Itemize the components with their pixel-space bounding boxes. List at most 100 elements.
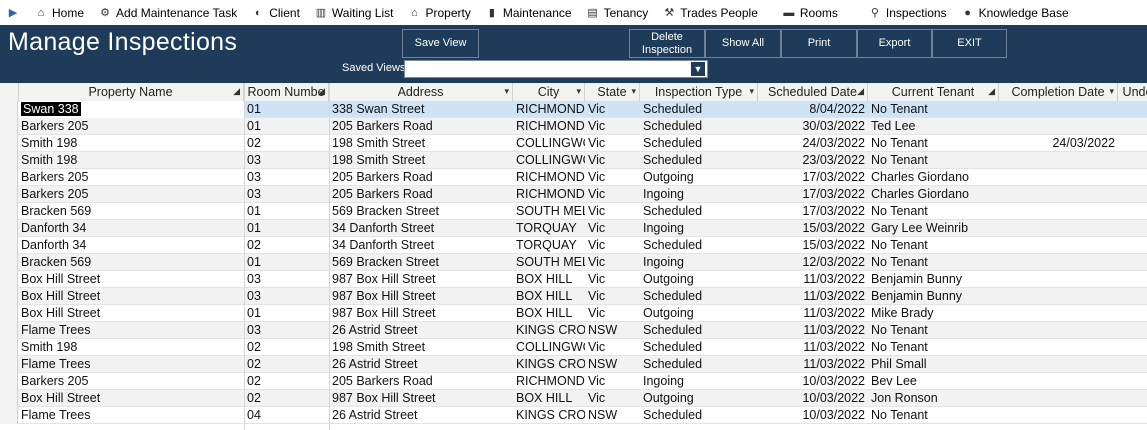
table-cell[interactable]: Vic [585, 390, 640, 407]
menu-rooms[interactable]: ▬ Rooms [782, 0, 838, 25]
table-cell[interactable]: Barkers 205 [18, 169, 244, 186]
table-row[interactable]: Box Hill Street 03 987 Box Hill Street BOX … [0, 288, 1147, 305]
table-cell[interactable]: Vic [585, 288, 640, 305]
table-cell[interactable]: Scheduled [640, 118, 758, 135]
table-cell[interactable]: 26 Astrid Street [329, 356, 513, 373]
table-cell[interactable]: 02 [244, 135, 329, 152]
table-cell[interactable]: 01 [244, 118, 329, 135]
table-cell[interactable]: SOUTH MELBOURNE [513, 254, 585, 271]
menu-waiting-list[interactable]: ▥ Waiting List [314, 0, 394, 25]
table-cell[interactable]: 987 Box Hill Street [329, 305, 513, 322]
table-cell[interactable]: Barkers 205 [18, 186, 244, 203]
column-header[interactable]: Address ▾ [329, 83, 513, 101]
table-cell[interactable]: Ingoing [640, 373, 758, 390]
table-cell[interactable]: 11/03/2022 [758, 322, 868, 339]
delete-inspection-button[interactable]: Delete Inspection [629, 29, 705, 58]
show-all-button[interactable]: Show All [705, 29, 781, 58]
table-cell[interactable]: Barkers 205 [18, 373, 244, 390]
table-cell[interactable] [999, 322, 1118, 339]
table-cell[interactable]: No Tenant [868, 203, 999, 220]
sort-filter-icon[interactable]: ▾ [504, 86, 509, 97]
table-row[interactable]: Swan 338 01 338 Swan Street RICHMOND Vic Sche… [0, 101, 1147, 118]
table-cell[interactable]: No Tenant [868, 407, 999, 424]
table-cell[interactable]: 34 Danforth Street [329, 220, 513, 237]
column-header[interactable]: State ▾ [585, 83, 640, 101]
table-cell[interactable]: Danforth 34 [18, 220, 244, 237]
table-cell[interactable]: No Tenant [868, 322, 999, 339]
export-button[interactable]: Export [857, 29, 932, 58]
sort-filter-icon[interactable]: ◢ [988, 86, 995, 97]
row-selector[interactable] [0, 288, 18, 305]
table-cell[interactable]: 11/03/2022 [758, 288, 868, 305]
table-cell[interactable]: 11/03/2022 [758, 356, 868, 373]
table-cell[interactable]: Box Hill Street [18, 390, 244, 407]
table-cell[interactable]: No Tenant [868, 152, 999, 169]
table-cell[interactable] [999, 356, 1118, 373]
menu-client[interactable]: ◐ Client [251, 0, 300, 25]
table-cell[interactable]: Box Hill Street [18, 271, 244, 288]
table-row[interactable]: Barkers 205 01 205 Barkers Road RICHMOND Vic… [0, 118, 1147, 135]
table-row[interactable]: Box Hill Street 03 987 Box Hill Street BOX … [0, 271, 1147, 288]
table-cell[interactable]: 03 [244, 186, 329, 203]
table-cell[interactable]: NSW [585, 407, 640, 424]
table-cell[interactable]: Vic [585, 135, 640, 152]
table-cell[interactable]: KINGS CROSS [513, 407, 585, 424]
table-cell[interactable]: Vic [585, 305, 640, 322]
table-row[interactable]: Flame Trees0226 Astrid StreetKINGS CROSS… [0, 356, 1147, 373]
table-cell[interactable]: BOX HILL [513, 305, 585, 322]
table-cell[interactable]: 10/03/2022 [758, 407, 868, 424]
table-cell[interactable]: 987 Box Hill Street [329, 271, 513, 288]
table-cell[interactable]: Scheduled [640, 407, 758, 424]
menu-home[interactable]: ⌂ Home [34, 0, 84, 25]
table-cell[interactable]: Danforth 34 [18, 237, 244, 254]
table-cell[interactable]: 15/03/2022 [758, 220, 868, 237]
menu-trades-people[interactable]: ⚒ Trades People [662, 0, 758, 25]
table-cell[interactable]: Barkers 205 [18, 118, 244, 135]
sort-filter-icon[interactable]: ◢ [233, 86, 240, 97]
table-cell[interactable]: 01 [244, 220, 329, 237]
table-cell[interactable]: Vic [585, 254, 640, 271]
table-cell[interactable]: 12/03/2022 [758, 254, 868, 271]
table-row[interactable]: Barkers 205 03 205 Barkers Road RICHMOND Vic… [0, 169, 1147, 186]
app-logo-icon[interactable]: ▶ [0, 0, 26, 25]
menu-inspections[interactable]: ⚲ Inspections [868, 0, 947, 25]
table-cell[interactable]: 17/03/2022 [758, 186, 868, 203]
row-selector[interactable] [0, 220, 18, 237]
table-cell[interactable]: 15/03/2022 [758, 237, 868, 254]
table-row[interactable]: Danforth 34 02 34 Danforth Street TORQUAY Vi… [0, 237, 1147, 254]
table-cell[interactable] [999, 203, 1118, 220]
table-cell[interactable]: No Tenant [868, 339, 999, 356]
column-header[interactable]: Current Tenant ◢ [868, 83, 999, 101]
table-cell[interactable]: Scheduled [640, 322, 758, 339]
table-cell[interactable]: Charles Giordano [868, 169, 999, 186]
table-cell[interactable]: 04 [244, 407, 329, 424]
table-cell[interactable]: 02 [244, 339, 329, 356]
column-header[interactable]: Property Name ◢ [18, 83, 244, 101]
table-cell[interactable] [999, 339, 1118, 356]
row-selector[interactable] [0, 186, 18, 203]
table-cell[interactable]: Vic [585, 237, 640, 254]
table-cell[interactable]: RICHMOND [513, 373, 585, 390]
table-cell[interactable]: 03 [244, 152, 329, 169]
sort-filter-icon[interactable]: ◢ [318, 86, 325, 97]
sort-filter-icon[interactable]: ▾ [631, 86, 636, 97]
table-cell[interactable]: 03 [244, 271, 329, 288]
row-selector[interactable] [0, 135, 18, 152]
table-cell[interactable]: Vic [585, 203, 640, 220]
table-cell[interactable]: Scheduled [640, 135, 758, 152]
column-header[interactable]: Completion Date ▾ [999, 83, 1118, 101]
table-row[interactable]: Box Hill Street 01 987 Box Hill Street BOX … [0, 305, 1147, 322]
row-selector[interactable] [0, 237, 18, 254]
table-row[interactable]: Smith 19802198 Smith StreetCOLLINGWOODVi… [0, 135, 1147, 152]
table-cell[interactable]: Smith 198 [18, 135, 244, 152]
table-cell[interactable]: Outgoing [640, 271, 758, 288]
row-selector[interactable] [0, 169, 18, 186]
print-button[interactable]: Print [781, 29, 857, 58]
table-row[interactable]: Smith 19803198 Smith StreetCOLLINGWOODVi… [0, 152, 1147, 169]
table-cell[interactable]: Benjamin Bunny [868, 271, 999, 288]
table-cell[interactable]: 24/03/2022 [999, 135, 1118, 152]
row-selector[interactable] [0, 322, 18, 339]
table-cell[interactable]: 11/03/2022 [758, 339, 868, 356]
column-header[interactable]: City ▾ [513, 83, 585, 101]
table-cell[interactable]: 26 Astrid Street [329, 322, 513, 339]
